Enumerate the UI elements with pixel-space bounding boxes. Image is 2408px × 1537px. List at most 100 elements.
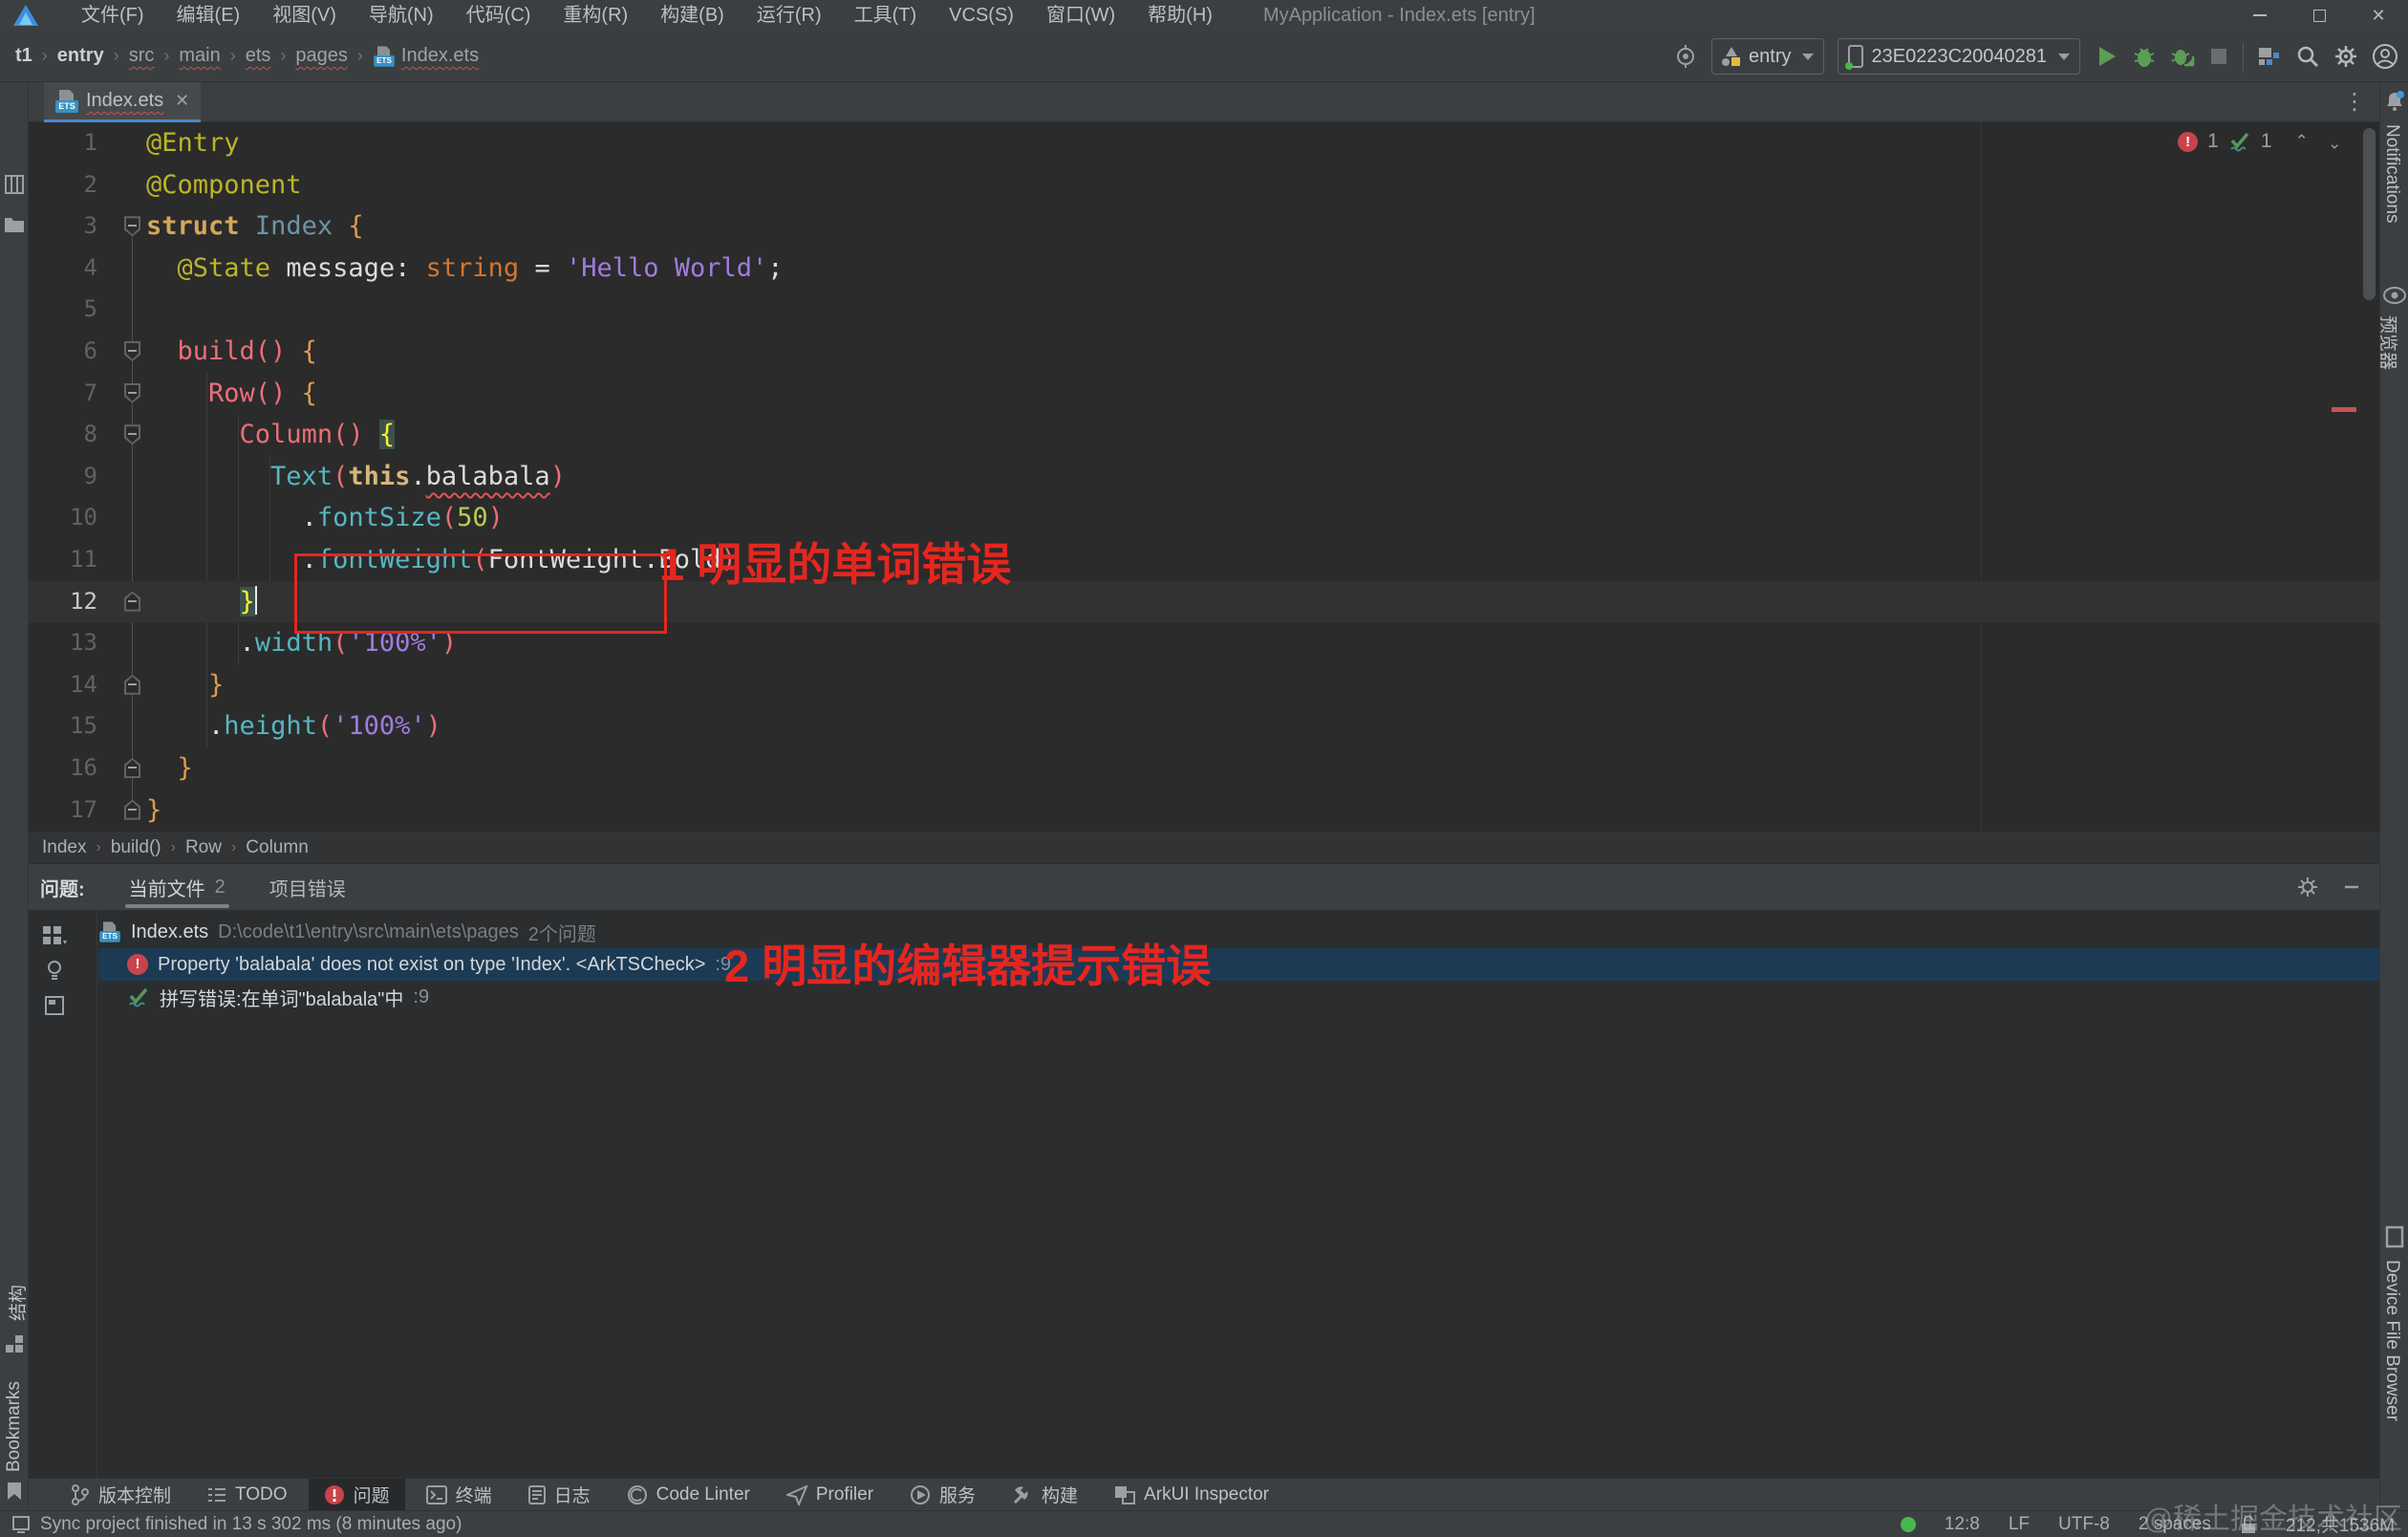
profile-icon[interactable] <box>2372 43 2398 70</box>
menu-item[interactable]: 运行(R) <box>741 0 838 31</box>
menu-item[interactable]: 构建(B) <box>644 0 741 31</box>
code-line[interactable]: 15 .height('100%') <box>29 705 2379 747</box>
search-icon[interactable] <box>2295 44 2320 69</box>
menu-item[interactable]: 导航(N) <box>353 0 450 31</box>
breadcrumb-item[interactable]: src <box>129 45 155 67</box>
prev-problem-chevron-icon[interactable]: ⌃ <box>2295 132 2309 151</box>
tool-window-button-构建[interactable]: 构建 <box>997 1479 1093 1511</box>
structure-blocks-icon[interactable] <box>5 1334 24 1353</box>
code-line[interactable]: 9 Text(this.balabala) <box>29 456 2379 498</box>
device-select[interactable]: 23E0223C20040281 <box>1838 38 2080 75</box>
code-line[interactable]: 14 } <box>29 664 2379 706</box>
code-line[interactable]: 8 Column() { <box>29 414 2379 456</box>
debug-button[interactable] <box>2132 44 2157 69</box>
tool-window-button-问题[interactable]: 问题 <box>308 1478 405 1511</box>
code-line[interactable]: 17} <box>29 790 2379 832</box>
stop-button[interactable] <box>2208 46 2229 67</box>
fold-marker-icon[interactable] <box>124 674 140 695</box>
tool-window-button-日志[interactable]: 日志 <box>513 1479 606 1511</box>
group-by-icon[interactable] <box>42 925 67 946</box>
device-file-browser-icon[interactable] <box>2385 1225 2404 1248</box>
fold-marker-icon[interactable] <box>124 591 140 612</box>
sidebar-item-previewer[interactable]: 预览器 <box>2376 315 2402 370</box>
preview-source-icon[interactable] <box>45 996 64 1015</box>
tab-close-icon[interactable]: ✕ <box>175 91 189 111</box>
code-line[interactable]: 4 @State message: string = 'Hello World'… <box>29 248 2379 290</box>
code-line[interactable]: 7 Row() { <box>29 373 2379 415</box>
code-line[interactable]: 5 <box>29 289 2379 331</box>
menu-item[interactable]: 重构(R) <box>547 0 644 31</box>
code-editor[interactable]: 1 @Entry 2 @Component 3 struct Index {4 @Stat… <box>29 122 2379 832</box>
sidebar-item-structure[interactable]: 结构 <box>4 1285 30 1321</box>
menu-item[interactable]: 窗口(W) <box>1030 0 1131 31</box>
previewer-eye-icon[interactable] <box>2383 287 2406 304</box>
menu-item[interactable]: 帮助(H) <box>1131 0 1229 31</box>
tool-window-button-code-linter[interactable]: Code Linter <box>612 1479 765 1511</box>
breadcrumb-item[interactable]: Index.ets <box>401 45 479 67</box>
tab-current-file[interactable]: 当前文件 2 <box>124 864 229 910</box>
error-stripe-mark[interactable] <box>2332 407 2356 412</box>
breadcrumb-item[interactable]: ets <box>246 45 271 67</box>
maximize-button[interactable] <box>2290 0 2349 31</box>
tool-window-button-todo[interactable]: TODO <box>192 1479 303 1511</box>
close-button[interactable]: ✕ <box>2349 0 2408 31</box>
project-structure-icon[interactable] <box>2257 44 2282 69</box>
sidebar-item-notifications[interactable]: Notifications <box>2381 124 2402 224</box>
code-breadcrumb-item[interactable]: Row <box>185 837 222 858</box>
line-separator[interactable]: LF <box>2009 1514 2030 1535</box>
tool-window-button-arkui-inspector[interactable]: ArkUI Inspector <box>1099 1479 1284 1511</box>
run-button[interactable] <box>2094 44 2118 69</box>
code-line[interactable]: 16 } <box>29 747 2379 790</box>
fold-marker-icon[interactable] <box>124 799 140 820</box>
problems-file-row[interactable]: ETS Index.ets D:\code\t1\entry\src\main\… <box>98 916 2379 948</box>
settings-gear-icon[interactable] <box>2333 44 2358 69</box>
project-view-icon[interactable] <box>4 174 25 195</box>
code-breadcrumb-item[interactable]: Index <box>42 837 86 858</box>
bookmark-flag-icon[interactable] <box>6 1482 23 1501</box>
attach-debugger-button[interactable] <box>2170 44 2195 69</box>
code-line[interactable]: 3 struct Index { <box>29 206 2379 248</box>
editor-scrollbar[interactable] <box>2363 128 2376 300</box>
tab-options-kebab-icon[interactable]: ⋮ <box>2343 88 2366 116</box>
menu-item[interactable]: 工具(T) <box>838 0 934 31</box>
tab-index-ets[interactable]: ETS Index.ets ✕ <box>44 82 202 122</box>
inspections-widget[interactable]: ! 1 1 ⌃ ⌃ <box>2178 130 2341 153</box>
folder-icon[interactable] <box>4 214 25 233</box>
sidebar-item-device-file-browser[interactable]: Device File Browser <box>2381 1260 2402 1421</box>
panel-minimize-icon[interactable] <box>2343 878 2360 896</box>
code-breadcrumb-item[interactable]: build() <box>111 837 161 858</box>
tool-window-button-终端[interactable]: 终端 <box>411 1479 507 1511</box>
menu-item[interactable]: 视图(V) <box>256 0 353 31</box>
fold-marker-icon[interactable] <box>124 758 140 778</box>
problems-typo-row[interactable]: 拼写错误:在单词"balabala"中 :9 <box>98 981 2379 1013</box>
code-line[interactable]: 10 .fontSize(50) <box>29 497 2379 539</box>
menu-item[interactable]: 编辑(E) <box>161 0 257 31</box>
fold-marker-icon[interactable] <box>124 424 140 445</box>
tab-project-errors[interactable]: 项目错误 <box>269 864 346 910</box>
breadcrumb-item[interactable]: pages <box>295 45 348 67</box>
sidebar-item-bookmarks[interactable]: Bookmarks <box>4 1381 25 1472</box>
menu-item[interactable]: 代码(C) <box>450 0 548 31</box>
file-encoding[interactable]: UTF-8 <box>2058 1514 2110 1535</box>
tool-window-button-profiler[interactable]: Profiler <box>771 1479 889 1511</box>
tool-window-button-版本控制[interactable]: 版本控制 <box>55 1479 186 1511</box>
caret-position[interactable]: 12:8 <box>1945 1514 1980 1535</box>
menu-item[interactable]: VCS(S) <box>933 0 1030 31</box>
problems-error-row[interactable]: ! Property 'balabala' does not exist on … <box>98 948 2379 981</box>
fold-marker-icon[interactable] <box>124 216 140 237</box>
menu-item[interactable]: 文件(F) <box>65 0 161 31</box>
tool-window-button-服务[interactable]: 服务 <box>894 1479 991 1511</box>
lightbulb-icon[interactable] <box>46 960 63 983</box>
fold-marker-icon[interactable] <box>124 382 140 403</box>
code-breadcrumb-item[interactable]: Column <box>246 837 308 858</box>
locate-icon[interactable] <box>1673 44 1698 69</box>
minimize-button[interactable] <box>2230 0 2290 31</box>
code-line[interactable]: 1 @Entry <box>29 122 2379 164</box>
sync-icon[interactable] <box>11 1515 31 1533</box>
notifications-icon[interactable] <box>2383 90 2406 113</box>
panel-settings-gear-icon[interactable] <box>2297 877 2318 898</box>
next-problem-chevron-icon[interactable]: ⌃ <box>2328 132 2341 151</box>
fold-marker-icon[interactable] <box>124 341 140 361</box>
code-line[interactable]: 2 @Component <box>29 164 2379 206</box>
module-select[interactable]: entry <box>1711 38 1825 75</box>
